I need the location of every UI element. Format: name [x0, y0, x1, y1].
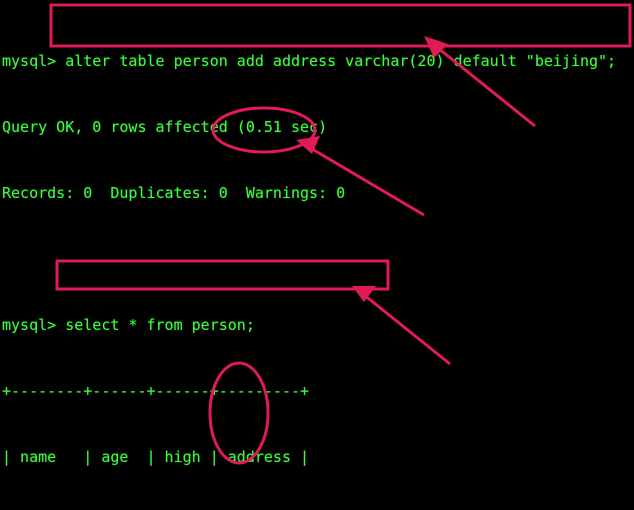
terminal-line: +--------+------+------+---------+ — [2, 382, 310, 400]
terminal-line: mysql> select * from person; — [2, 316, 255, 334]
terminal-output[interactable]: mysql> alter table person add address va… — [0, 0, 634, 510]
terminal-line: mysql> alter table person add address va… — [2, 52, 617, 70]
terminal-line: Query OK, 0 rows affected (0.51 sec) — [2, 118, 328, 136]
terminal-line: | name | age | high | address | — [2, 448, 310, 466]
terminal-window: mysql> alter table person add address va… — [0, 0, 634, 510]
terminal-line: Records: 0 Duplicates: 0 Warnings: 0 — [2, 184, 346, 202]
